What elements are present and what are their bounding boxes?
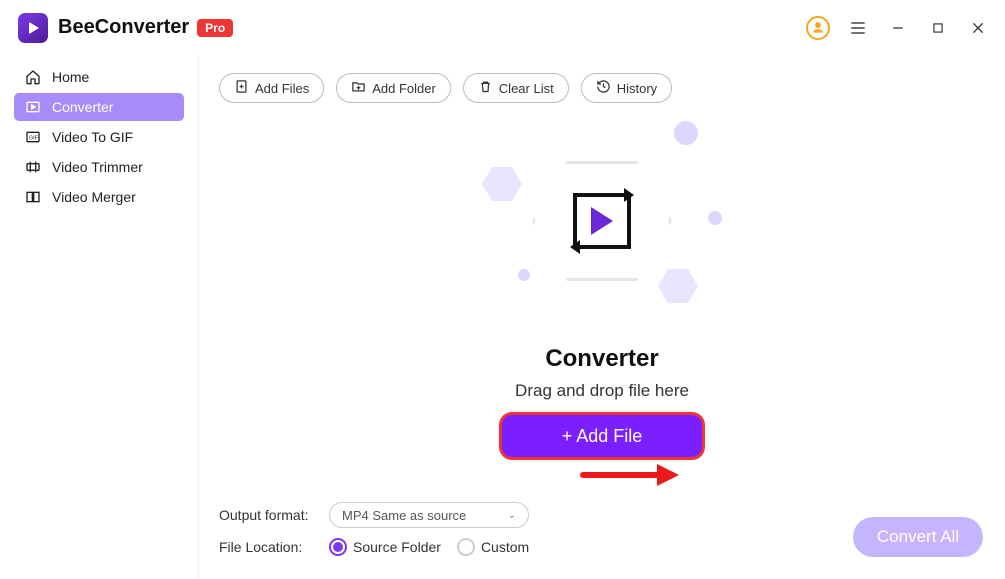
sidebar-item-converter[interactable]: Converter (14, 93, 184, 121)
maximize-icon[interactable] (925, 15, 951, 41)
output-format-label: Output format: (219, 507, 329, 523)
converter-icon (24, 98, 42, 116)
file-location-label: File Location: (219, 539, 329, 555)
minimize-icon[interactable] (885, 15, 911, 41)
sidebar-item-gif[interactable]: GIF Video To GIF (14, 123, 184, 151)
trimmer-icon (24, 158, 42, 176)
home-icon (24, 68, 42, 86)
radio-source-folder[interactable]: Source Folder (329, 538, 441, 556)
app-logo (18, 13, 48, 43)
output-format-select[interactable]: MP4 Same as source ⌄ (329, 502, 529, 528)
close-icon[interactable] (965, 15, 991, 41)
account-icon[interactable] (805, 15, 831, 41)
drop-zone[interactable]: Converter Drag and drop file here + Add … (199, 85, 1005, 493)
titlebar: BeeConverter Pro (0, 0, 1005, 55)
gif-icon: GIF (24, 128, 42, 146)
radio-custom[interactable]: Custom (457, 538, 529, 556)
sidebar-item-label: Video Merger (52, 189, 136, 205)
center-hint: Drag and drop file here (515, 381, 689, 401)
illustration (462, 121, 742, 321)
sidebar-item-merger[interactable]: Video Merger (14, 183, 184, 211)
sidebar-item-label: Video To GIF (52, 129, 133, 145)
add-file-button[interactable]: + Add File (502, 415, 702, 457)
pro-badge: Pro (197, 19, 233, 37)
sidebar-item-label: Video Trimmer (52, 159, 143, 175)
sidebar: Home Converter GIF Video To GIF Video Tr… (0, 55, 198, 579)
radio-icon (329, 538, 347, 556)
svg-text:GIF: GIF (29, 136, 39, 142)
sidebar-item-label: Converter (52, 99, 113, 115)
sidebar-item-label: Home (52, 69, 89, 85)
menu-icon[interactable] (845, 15, 871, 41)
center-title: Converter (545, 345, 658, 373)
sidebar-item-trimmer[interactable]: Video Trimmer (14, 153, 184, 181)
main-panel: Add Files Add Folder Clear List History (198, 55, 1005, 579)
chevron-down-icon: ⌄ (508, 510, 516, 521)
convert-all-button[interactable]: Convert All (853, 517, 983, 557)
app-title: BeeConverter (58, 16, 189, 39)
callout-arrow-icon (579, 460, 679, 490)
merger-icon (24, 188, 42, 206)
radio-icon (457, 538, 475, 556)
sidebar-item-home[interactable]: Home (14, 63, 184, 91)
